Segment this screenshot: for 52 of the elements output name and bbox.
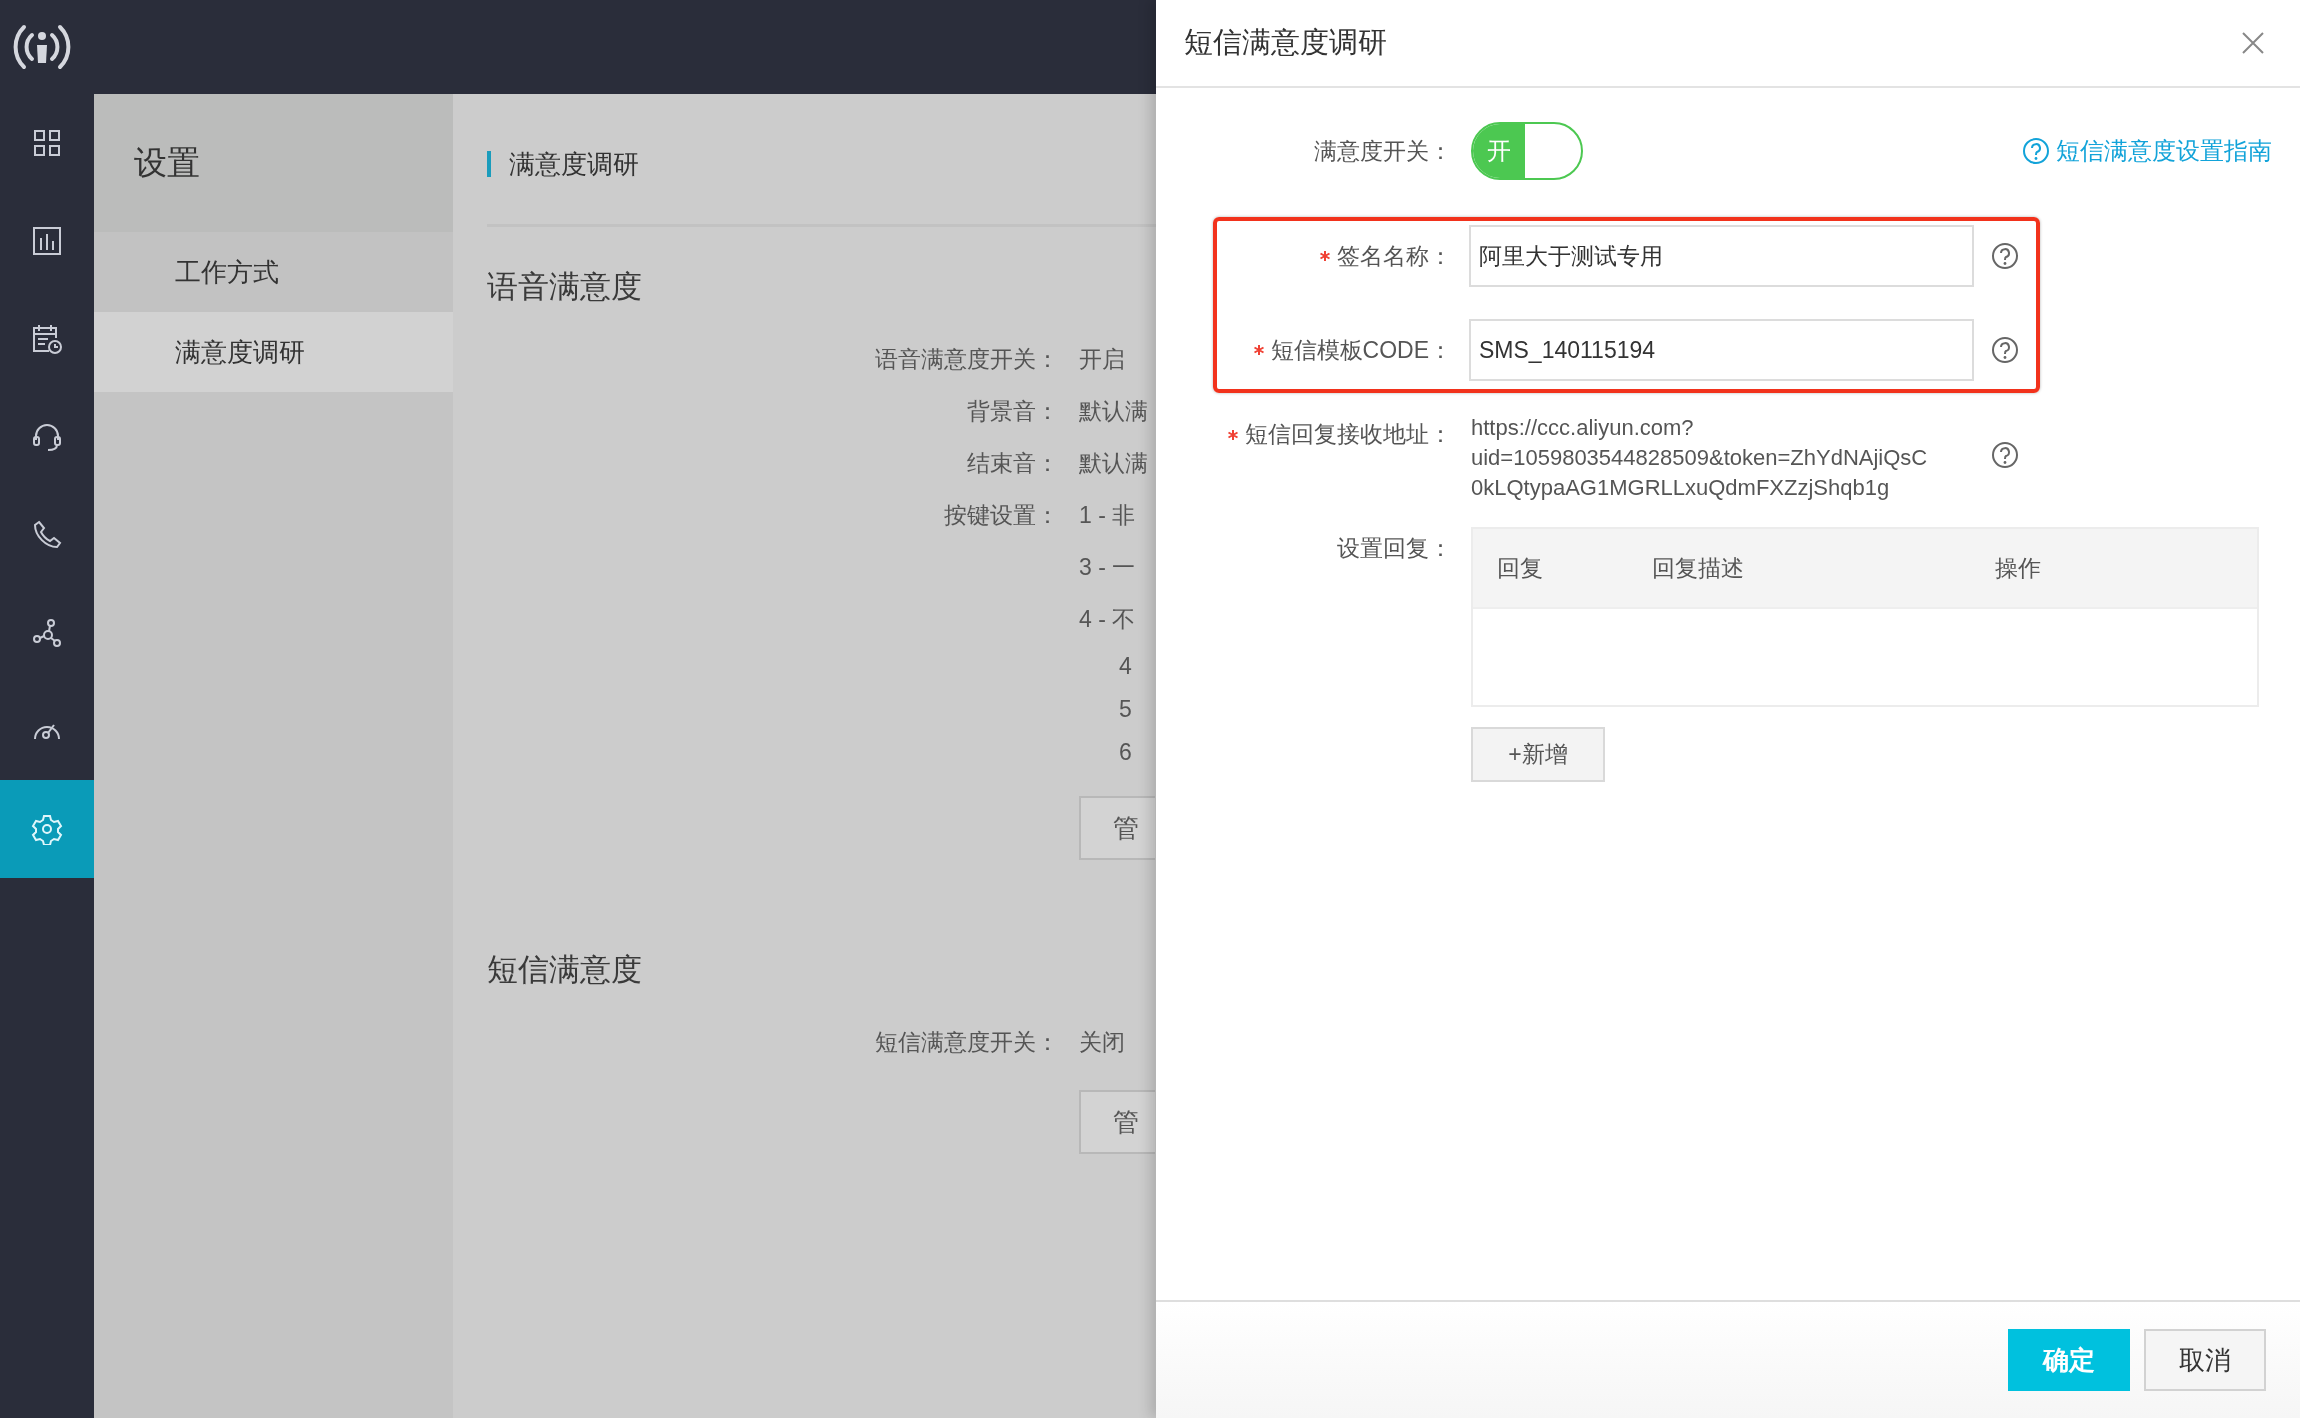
- phone-icon: [31, 519, 63, 551]
- required-icon: [1227, 428, 1239, 441]
- headset-icon: [31, 421, 63, 453]
- setting-label: 语音满意度开关：: [875, 344, 1059, 374]
- close-icon[interactable]: [2242, 32, 2264, 54]
- settings-title: 设置: [94, 94, 453, 232]
- required-icon: [1252, 344, 1265, 356]
- field-label: 满意度开关：: [1314, 136, 1452, 166]
- page-title: 满意度调研: [509, 147, 639, 181]
- reply-url-text: https://ccc.aliyun.com? uid=1059803544828509&token=ZhYdNAjiQsC 0kLQtypaAG1MGRLLxuQdmFXZzjShqb1g: [1471, 414, 1929, 502]
- setting-value: 默认满: [1079, 396, 1149, 426]
- add-button[interactable]: +新增: [1471, 727, 1605, 782]
- calendar-clock-icon: [31, 323, 63, 355]
- field-label: 短信模板CODE：: [1270, 335, 1452, 365]
- column-header: 操作: [1994, 553, 2042, 583]
- settings-menu-item[interactable]: 满意度调研: [94, 312, 453, 392]
- drawer-title: 短信满意度调研: [1184, 25, 1387, 60]
- section-title: 语音满意度: [487, 268, 643, 306]
- grid-icon: [32, 128, 62, 158]
- field-label: 签名名称：: [1337, 241, 1452, 271]
- setting-label: 按键设置：: [944, 500, 1059, 530]
- field-label: 设置回复：: [1337, 534, 1452, 563]
- setting-value: 5: [1118, 696, 1133, 723]
- setting-label: 短信满意度开关：: [875, 1027, 1059, 1057]
- column-header: 回复描述: [1651, 553, 1745, 583]
- setting-value: 4 - 不: [1079, 604, 1137, 634]
- setting-label: 背景音：: [967, 396, 1059, 426]
- setting-value: 开启: [1079, 344, 1126, 374]
- manage-button[interactable]: 管: [1079, 796, 1155, 860]
- setting-value: 1 - 非: [1079, 500, 1137, 530]
- setting-value: 4: [1118, 653, 1133, 680]
- bar-chart-icon: [32, 226, 62, 256]
- manage-button[interactable]: 管: [1079, 1090, 1155, 1154]
- setting-label: 结束音：: [967, 448, 1059, 478]
- input-field[interactable]: SMS_140115194: [1469, 319, 1974, 381]
- help-icon: [1991, 242, 2019, 270]
- help-icon: [1991, 441, 2019, 469]
- help-icon: [1991, 336, 2019, 364]
- field-label: 短信回复接收地址：: [1245, 420, 1452, 449]
- setting-value: 默认满: [1079, 448, 1149, 478]
- title-accent-bar: [487, 151, 491, 177]
- column-header: 回复: [1496, 553, 1544, 583]
- cancel-button[interactable]: 取消: [2144, 1329, 2266, 1391]
- required-icon: [1319, 250, 1331, 262]
- help-icon: [2022, 137, 2050, 165]
- section-title: 短信满意度: [487, 951, 643, 989]
- settings-icon: [31, 813, 63, 845]
- input-field[interactable]: 阿里大于测试专用: [1469, 225, 1974, 287]
- setting-value: 6: [1118, 739, 1133, 766]
- setting-value: 关闭: [1079, 1027, 1126, 1057]
- setting-value: 3 - 一: [1079, 552, 1137, 582]
- network-icon: [31, 617, 63, 649]
